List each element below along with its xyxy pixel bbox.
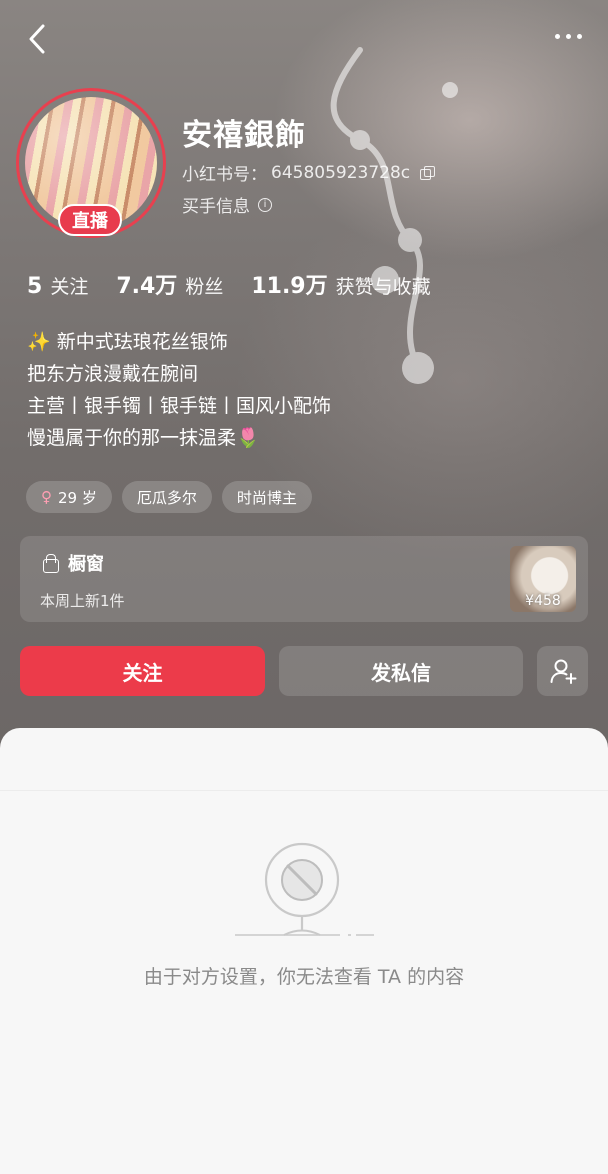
tag-age: ♀ 29 岁 bbox=[26, 481, 112, 513]
empty-content-message: 由于对方设置，你无法查看 TA 的内容 bbox=[143, 966, 465, 988]
add-friend-button[interactable] bbox=[537, 646, 588, 696]
bio-line: ✨ 新中式珐琅花丝银饰 bbox=[27, 331, 228, 353]
buyer-info-link[interactable]: 买手信息 i bbox=[182, 192, 272, 217]
stat-label: 获赞与收藏 bbox=[335, 276, 431, 298]
profile-nickname: 安禧銀飾 bbox=[182, 118, 306, 153]
more-dot-icon bbox=[554, 33, 560, 39]
tag-category: 时尚博主 bbox=[221, 481, 312, 513]
stat-number: 7.4万 bbox=[116, 274, 178, 299]
shop-subtitle: 本周上新1件 bbox=[40, 592, 125, 610]
stat-number: 11.9万 bbox=[251, 274, 328, 299]
xhs-id-label: 小红书号： bbox=[182, 165, 267, 185]
shop-title-row: 橱窗 bbox=[42, 550, 104, 576]
stat-label: 粉丝 bbox=[185, 276, 224, 298]
shop-title: 橱窗 bbox=[68, 554, 104, 575]
back-button[interactable] bbox=[22, 22, 52, 56]
shop-product-thumbnail[interactable]: ¥458 bbox=[510, 546, 576, 612]
profile-stats: 5 关注 7.4万 粉丝 11.9万 获赞与收藏 bbox=[27, 268, 459, 300]
sheet-divider bbox=[0, 790, 608, 791]
profile-tags: ♀ 29 岁 厄瓜多尔 时尚博主 bbox=[26, 481, 312, 513]
bio-line: 慢遇属于你的那一抹温柔🌷 bbox=[27, 427, 260, 449]
bio-line: 把东方浪漫戴在腕间 bbox=[27, 363, 199, 385]
more-dot-icon bbox=[576, 33, 582, 39]
no-access-icon bbox=[235, 842, 374, 936]
live-badge[interactable]: 直播 bbox=[58, 204, 122, 236]
stat-likes-collects[interactable]: 11.9万 获赞与收藏 bbox=[251, 268, 430, 300]
tag-age-label: 29 岁 bbox=[58, 488, 97, 507]
info-icon: i bbox=[258, 197, 272, 212]
female-icon: ♀ bbox=[41, 488, 52, 506]
xhs-id-value: 645805923728c bbox=[271, 162, 411, 183]
stat-following[interactable]: 5 关注 bbox=[27, 272, 88, 299]
buyer-info-label: 买手信息 bbox=[182, 197, 250, 217]
bracelet-decoration bbox=[330, 47, 458, 384]
shop-product-price: ¥458 bbox=[525, 593, 561, 609]
more-button[interactable] bbox=[550, 26, 586, 46]
shopping-bag-icon bbox=[42, 554, 59, 573]
avatar-container[interactable]: 直播 bbox=[16, 88, 168, 240]
add-user-icon bbox=[550, 659, 576, 684]
copy-icon[interactable] bbox=[420, 165, 436, 180]
stat-followers[interactable]: 7.4万 粉丝 bbox=[116, 268, 223, 300]
stat-label: 关注 bbox=[50, 276, 89, 298]
bio-line: 主营丨银手镯丨银手链丨国风小配饰 bbox=[27, 395, 332, 417]
chevron-left-icon bbox=[29, 24, 45, 54]
tag-location: 厄瓜多尔 bbox=[121, 481, 212, 513]
xhs-id-row: 小红书号： 645805923728c bbox=[182, 160, 436, 185]
follow-button[interactable]: 关注 bbox=[20, 646, 265, 696]
stat-number: 5 bbox=[27, 274, 43, 299]
more-dot-icon bbox=[565, 33, 571, 39]
shop-window-card[interactable]: 橱窗 本周上新1件 ¥458 bbox=[20, 536, 588, 622]
profile-bio: ✨ 新中式珐琅花丝银饰 把东方浪漫戴在腕间 主营丨银手镯丨银手链丨国风小配饰 慢… bbox=[27, 326, 331, 454]
content-sheet bbox=[0, 728, 608, 1174]
message-button[interactable]: 发私信 bbox=[279, 646, 523, 696]
